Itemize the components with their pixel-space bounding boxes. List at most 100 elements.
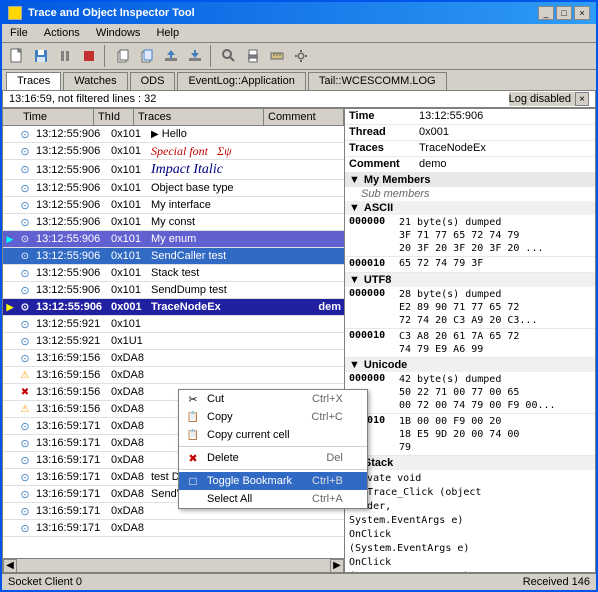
- tb-settings[interactable]: [290, 45, 312, 67]
- tab-tail[interactable]: Tail::WCESCOMM.LOG: [308, 72, 447, 90]
- row-icon: ⊙: [17, 350, 33, 366]
- tab-eventlog[interactable]: EventLog::Application: [177, 72, 305, 90]
- tb-save[interactable]: [30, 45, 52, 67]
- table-row[interactable]: ▶ ⊙ 13:12:55:906 0x001 TraceNodeEx dem: [3, 299, 344, 316]
- cell-thid: 0xDA8: [108, 471, 148, 483]
- copy-icon: 📋: [185, 412, 201, 423]
- row-icon: ⊙: [17, 282, 33, 298]
- menu-help[interactable]: Help: [152, 26, 183, 40]
- table-row[interactable]: ⚠ 13:16:59:156 0xDA8: [3, 367, 344, 384]
- table-header: Time ThId Traces Comment: [3, 109, 344, 126]
- copy-cell-icon: 📋: [185, 430, 201, 441]
- cell-traces: My enum: [148, 233, 344, 245]
- ctx-cut[interactable]: ✂ Cut Ctrl+X: [179, 390, 367, 408]
- cell-time: 13:16:59:171: [33, 420, 108, 432]
- tb-copy1[interactable]: [112, 45, 134, 67]
- tb-download[interactable]: [184, 45, 206, 67]
- table-row[interactable]: ⊙ 13:12:55:906 0x101 My const: [3, 214, 344, 231]
- ctx-copy[interactable]: 📋 Copy Ctrl+C: [179, 408, 367, 426]
- cell-thid: 0xDA8: [108, 454, 148, 466]
- tb-copy2[interactable]: [136, 45, 158, 67]
- ctx-copy-cell-label: Copy current cell: [207, 429, 290, 441]
- cell-thid: 0x101: [108, 267, 148, 279]
- table-row[interactable]: ⊙ 13:12:55:921 0x1U1: [3, 333, 344, 350]
- table-row[interactable]: ⊙ 13:16:59:171 0xDA8: [3, 520, 344, 537]
- menu-file[interactable]: File: [6, 26, 32, 40]
- tb-search[interactable]: [218, 45, 240, 67]
- row-bookmark: ▶: [3, 234, 17, 245]
- rp-unicode-val2: 1B 00 00 F9 00 2018 E5 9D 20 00 74 0079: [395, 414, 595, 455]
- ctx-toggle-bookmark[interactable]: □ Toggle Bookmark Ctrl+B: [179, 472, 367, 490]
- tb-new[interactable]: [6, 45, 28, 67]
- tab-watches[interactable]: Watches: [63, 72, 127, 90]
- context-menu: ✂ Cut Ctrl+X 📋 Copy Ctrl+C 📋 Copy curren…: [178, 389, 368, 509]
- table-row[interactable]: ⊙ 13:12:55:906 0x101 ▶ Hello: [3, 126, 344, 143]
- row-icon: ⊙: [17, 180, 33, 196]
- tab-ods[interactable]: ODS: [130, 72, 176, 90]
- cell-traces: My const: [148, 216, 344, 228]
- rp-time-label: Time: [345, 109, 415, 123]
- title-controls: _ □ ×: [538, 6, 590, 20]
- rp-utf8-addr2: 000010: [345, 329, 395, 342]
- rp-unicode-val1: 42 byte(s) dumped50 22 71 00 77 00 6500 …: [395, 372, 595, 413]
- row-icon: ⊙: [17, 248, 33, 264]
- minimize-button[interactable]: _: [538, 6, 554, 20]
- rp-comment-label: Comment: [345, 157, 415, 171]
- log-close-button[interactable]: ×: [575, 92, 589, 106]
- tab-traces[interactable]: Traces: [6, 72, 61, 90]
- maximize-button[interactable]: □: [556, 6, 572, 20]
- ctx-copy-shortcut: Ctrl+C: [311, 411, 342, 423]
- tb-pause[interactable]: [54, 45, 76, 67]
- log-status-text: Log disabled: [509, 93, 571, 105]
- tb-stop[interactable]: [78, 45, 100, 67]
- table-row[interactable]: ▶ ⊙ 13:12:55:906 0x101 My enum: [3, 231, 344, 248]
- col-header-time: Time: [19, 109, 94, 125]
- ctx-select-all[interactable]: Select All Ctrl+A: [179, 490, 367, 508]
- ctx-sep1: [179, 446, 367, 447]
- cell-time: 13:12:55:906: [33, 199, 108, 211]
- scroll-right-btn[interactable]: ▶: [330, 559, 344, 573]
- row-icon: ⊙: [17, 486, 33, 502]
- tb-print[interactable]: [242, 45, 264, 67]
- cell-time: 13:16:59:171: [33, 454, 108, 466]
- h-scrollbar[interactable]: ◀ ▶: [3, 558, 344, 572]
- cell-thid: 0x1U1: [108, 335, 148, 347]
- table-row[interactable]: ⊙ 13:12:55:906 0x101 Object base type: [3, 180, 344, 197]
- rp-ascii-addr2: 000010: [345, 257, 395, 270]
- rp-utf8-row2: 000010 C3 A8 20 61 7A 65 7274 79 E9 A6 9…: [345, 329, 595, 358]
- table-row[interactable]: ⊙ 13:16:59:156 0xDA8: [3, 350, 344, 367]
- rp-thread-value: 0x001: [415, 125, 595, 139]
- table-row[interactable]: ⊙ 13:12:55:906 0x101 SendCaller test: [3, 248, 344, 265]
- cell-time: 13:16:59:156: [33, 386, 108, 398]
- close-button[interactable]: ×: [574, 6, 590, 20]
- menu-actions[interactable]: Actions: [40, 26, 84, 40]
- table-row[interactable]: ⊙ 13:12:55:906 0x101 Special font Σψ: [3, 143, 344, 160]
- window-title: Trace and Object Inspector Tool: [28, 7, 195, 19]
- menu-windows[interactable]: Windows: [92, 26, 145, 40]
- rp-ascii-val1: 21 byte(s) dumped3F 71 77 65 72 74 7920 …: [395, 215, 595, 256]
- row-icon: ⊙: [17, 435, 33, 451]
- table-row[interactable]: ⊙ 13:12:55:906 0x101 Stack test: [3, 265, 344, 282]
- ctx-select-all-label: Select All: [207, 493, 252, 505]
- rp-thread-row: Thread 0x001: [345, 125, 595, 141]
- toolbar: [2, 43, 596, 70]
- ctx-copy-cell[interactable]: 📋 Copy current cell: [179, 426, 367, 444]
- tb-ruler[interactable]: [266, 45, 288, 67]
- cell-traces: Object base type: [148, 182, 344, 194]
- cell-thid: 0xDA8: [108, 386, 148, 398]
- table-row[interactable]: ⊙ 13:12:55:906 0x101 Impact Italic: [3, 160, 344, 180]
- cell-time: 13:12:55:921: [33, 335, 108, 347]
- rp-stack-section: ▼ Stack: [345, 456, 595, 470]
- cell-traces: Special font Σψ: [148, 144, 344, 159]
- table-row[interactable]: ⊙ 13:12:55:906 0x101 My interface: [3, 197, 344, 214]
- table-row[interactable]: ⊙ 13:12:55:906 0x101 SendDump test: [3, 282, 344, 299]
- tb-upload[interactable]: [160, 45, 182, 67]
- scroll-left-btn[interactable]: ◀: [3, 559, 17, 573]
- ctx-delete[interactable]: ✖ Delete Del: [179, 449, 367, 467]
- cell-thid: 0xDA8: [108, 488, 148, 500]
- row-icon: ⊙: [17, 503, 33, 519]
- cell-time: 13:12:55:906: [33, 250, 108, 262]
- main-content: Time ThId Traces Comment ⊙ 13:12:55:906 …: [2, 108, 596, 573]
- table-row[interactable]: ⊙ 13:12:55:921 0x101: [3, 316, 344, 333]
- cell-thid: 0x101: [108, 145, 148, 157]
